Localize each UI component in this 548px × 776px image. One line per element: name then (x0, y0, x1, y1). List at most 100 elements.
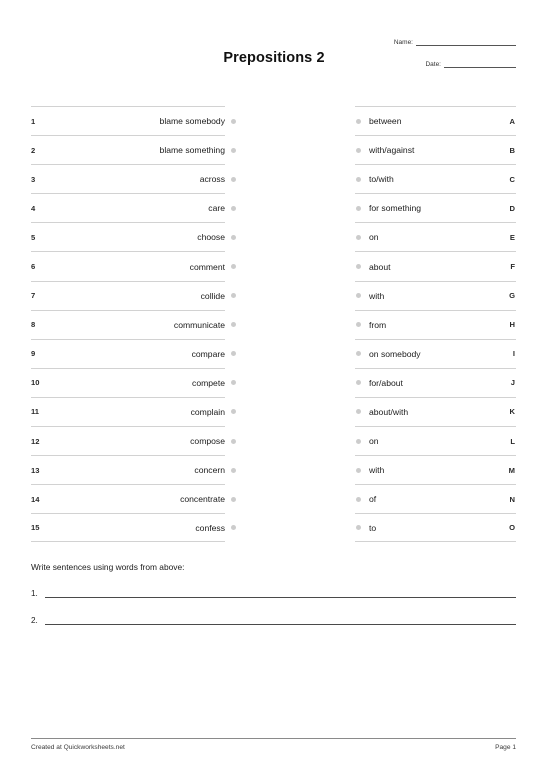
match-dot-icon[interactable] (356, 176, 361, 182)
right-row-letter: F (510, 262, 515, 272)
match-dot-icon[interactable] (356, 205, 361, 211)
matching-left-row[interactable]: 2 blame something (31, 135, 236, 164)
matching-right-row[interactable]: about F (355, 251, 516, 280)
match-dot-icon[interactable] (356, 118, 361, 124)
right-row-word: to (369, 522, 377, 533)
left-row-word: confess (195, 522, 225, 533)
matching-left-row[interactable]: 11 complain (31, 396, 236, 426)
match-dot-icon[interactable] (231, 525, 236, 531)
left-row-number: 11 (31, 407, 40, 417)
match-dot-icon[interactable] (356, 467, 361, 473)
matching-left-row[interactable]: 10 compete (31, 367, 236, 397)
matching-left-row[interactable]: 12 compose (31, 426, 236, 455)
matching-left-row[interactable]: 9 compare (31, 338, 236, 368)
match-dot-icon[interactable] (231, 205, 236, 211)
match-dot-icon[interactable] (231, 409, 236, 415)
right-row-word: on somebody (369, 348, 421, 359)
matching-right-row[interactable]: for/about J (355, 367, 516, 397)
right-row-letter: B (509, 145, 515, 155)
right-row-letter: M (508, 465, 515, 475)
match-dot-icon[interactable] (231, 234, 236, 240)
matching-right-row[interactable]: on L (355, 426, 516, 455)
left-row-word: communicate (173, 319, 225, 330)
left-row-word: compose (190, 436, 225, 447)
right-row-word: on (369, 232, 379, 243)
match-dot-icon[interactable] (356, 496, 361, 502)
right-row-letter: D (509, 203, 515, 213)
match-dot-icon[interactable] (231, 264, 236, 270)
matching-left-row[interactable]: 14 concentrate (31, 484, 236, 513)
matching-right-row[interactable]: with G (355, 280, 516, 310)
write-sentence-line[interactable]: 1. (31, 589, 516, 599)
date-label: Date: (425, 60, 441, 68)
matching-right-row[interactable]: with/against B (355, 135, 516, 164)
right-row-letter: C (509, 174, 515, 184)
matching-left-row[interactable]: 3 across (31, 164, 236, 193)
right-row-word: with/against (369, 145, 415, 156)
match-dot-icon[interactable] (231, 176, 236, 182)
matching-right-row[interactable]: from H (355, 309, 516, 339)
right-row-word: of (369, 494, 377, 505)
matching-right-row[interactable]: with M (355, 455, 516, 484)
write-sentence-line[interactable]: 2. (31, 616, 516, 626)
right-row-letter: H (509, 320, 515, 330)
right-row-word: between (369, 116, 402, 127)
left-row-number: 5 (31, 232, 36, 242)
right-row-word: for something (369, 203, 422, 214)
right-row-letter: L (510, 436, 515, 446)
matching-right-row[interactable]: of N (355, 484, 516, 513)
matching-right-column: between A with/against Bto/with Cfor somethi… (355, 106, 516, 543)
matching-left-row[interactable]: 7 collide (31, 280, 236, 310)
write-line-rule[interactable] (45, 591, 516, 599)
left-row-word: blame something (159, 145, 225, 156)
right-row-letter: I (512, 349, 515, 359)
match-dot-icon[interactable] (231, 322, 236, 328)
write-line-number: 1. (31, 589, 38, 598)
match-dot-icon[interactable] (231, 380, 236, 386)
match-dot-icon[interactable] (231, 438, 236, 444)
right-row-word: to/with (369, 174, 394, 185)
matching-right-row[interactable]: for something D (355, 193, 516, 222)
right-row-word: on (369, 436, 379, 447)
right-row-letter: J (510, 378, 515, 388)
match-dot-icon[interactable] (231, 467, 236, 473)
matching-left-row[interactable]: 5 choose (31, 222, 236, 251)
right-row-letter: K (509, 407, 515, 417)
matching-right-row[interactable]: about/with K (355, 396, 516, 426)
match-dot-icon[interactable] (356, 234, 361, 240)
write-line-rule[interactable] (45, 618, 516, 626)
footer-credit: Created at Quickworksheets.net (31, 744, 125, 751)
match-dot-icon[interactable] (231, 351, 236, 357)
right-row-letter: G (509, 291, 515, 301)
match-dot-icon[interactable] (231, 293, 236, 299)
matching-left-row[interactable]: 6 comment (31, 251, 236, 280)
matching-left-row[interactable]: 8 communicate (31, 309, 236, 339)
right-row-word: about/with (369, 406, 409, 417)
match-dot-icon[interactable] (231, 118, 236, 124)
left-row-word: collide (200, 290, 225, 301)
matching-left-row[interactable]: 13 concern (31, 455, 236, 484)
matching-right-row[interactable]: on somebody I (355, 338, 516, 368)
matching-right-row[interactable]: between A (355, 106, 516, 135)
match-dot-icon[interactable] (231, 147, 236, 153)
name-input-line[interactable] (416, 38, 516, 46)
matching-left-row[interactable]: 4 care (31, 193, 236, 222)
right-row-letter: E (509, 232, 515, 242)
date-input-line[interactable] (444, 60, 516, 68)
match-dot-icon[interactable] (231, 496, 236, 502)
match-dot-icon[interactable] (356, 438, 361, 444)
left-row-number: 7 (31, 291, 36, 301)
matching-right-row[interactable]: to/with C (355, 164, 516, 193)
match-dot-icon[interactable] (356, 264, 361, 270)
worksheet-page: Prepositions 2 Name: Date: 1 blame somebo… (0, 0, 548, 776)
matching-right-row[interactable]: on E (355, 222, 516, 251)
right-row-word: with (369, 465, 385, 476)
matching-right-row[interactable]: to O (355, 513, 516, 543)
left-row-number: 14 (31, 494, 40, 504)
matching-left-row[interactable]: 1 blame somebody (31, 106, 236, 135)
left-row-word: compete (192, 377, 225, 388)
worksheet-footer: Created at Quickworksheets.net Page 1 (31, 738, 516, 751)
match-dot-icon[interactable] (356, 147, 361, 153)
left-row-word: across (199, 174, 225, 185)
matching-left-row[interactable]: 15 confess (31, 513, 236, 543)
